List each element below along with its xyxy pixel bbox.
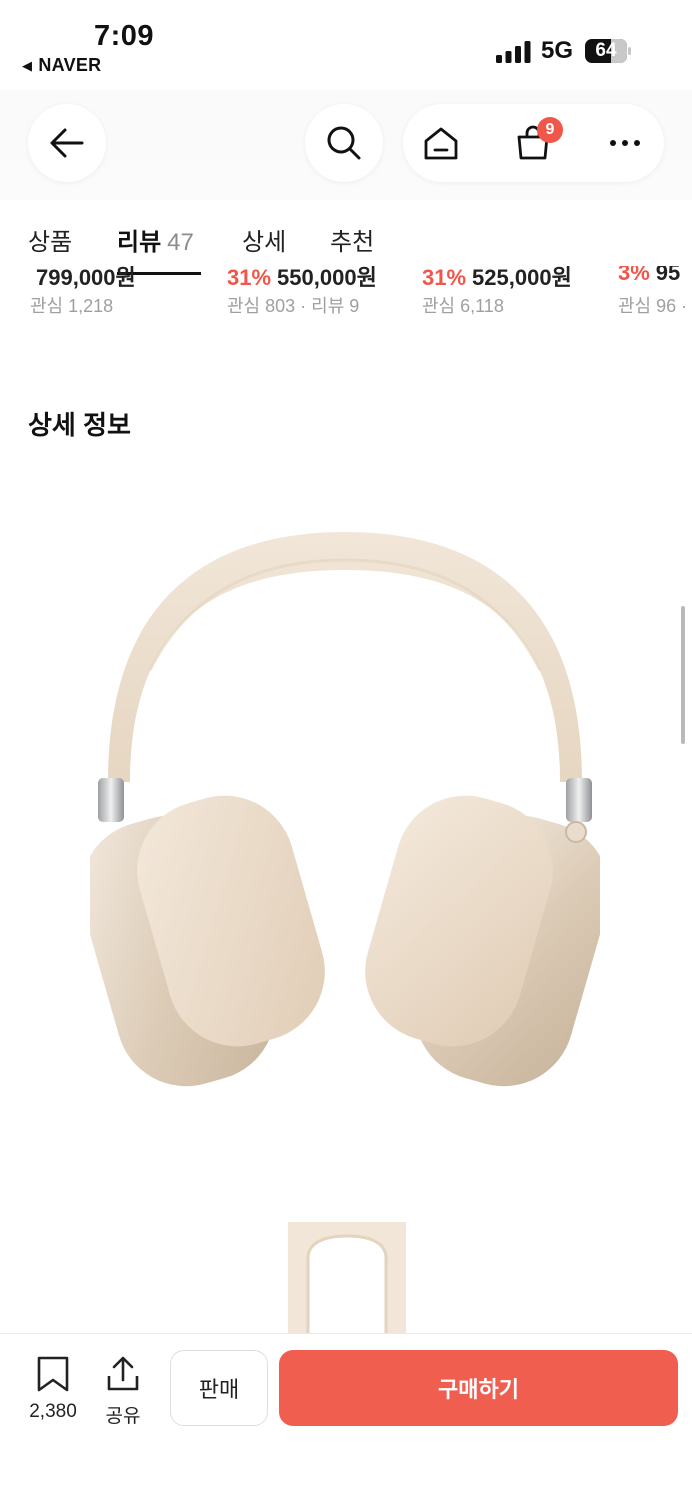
recommended-price-value: 799,000원 (36, 266, 136, 290)
tab-detail-label: 상세 (242, 229, 287, 256)
more-button[interactable] (595, 104, 655, 182)
tab-review-count: 47 (167, 229, 194, 256)
home-icon (424, 127, 458, 160)
more-dots-icon (610, 140, 640, 146)
tab-review[interactable]: 리뷰 47 (117, 222, 194, 257)
recommended-strip: 799,000원 관심 1,218 31% 550,000원 관심 803 · 리… (0, 266, 692, 326)
scrollbar-thumb[interactable] (681, 606, 685, 744)
recommended-price: 31% 525,000원 (422, 266, 572, 292)
back-button[interactable] (28, 104, 106, 182)
back-to-app-link[interactable]: ◀ NAVER (22, 55, 102, 76)
cellular-signal-icon (496, 41, 531, 63)
recommended-price-value: 525,000원 (472, 266, 572, 290)
share-button[interactable]: 공유 (101, 1356, 145, 1428)
back-triangle-icon: ◀ (22, 57, 33, 73)
recommended-discount: 31% (227, 266, 272, 290)
share-label: 공유 (105, 1406, 141, 1427)
recommended-price-value: 95 (655, 266, 681, 285)
cart-count-badge: 9 (537, 117, 563, 143)
detail-section-title: 상세 정보 (28, 410, 131, 440)
recommended-discount: 3% (618, 266, 650, 285)
header-actions-pill (403, 104, 664, 182)
bookmark-count: 2,380 (29, 1401, 77, 1422)
tab-detail[interactable]: 상세 (242, 222, 286, 257)
share-icon (107, 1356, 139, 1391)
tab-recommend[interactable]: 추천 (330, 222, 374, 257)
product-tabs: 상품 리뷰 47 상세 추천 (0, 200, 692, 276)
tab-review-label: 리뷰 (117, 229, 162, 256)
status-time: 7:09 (94, 20, 155, 52)
arrow-left-icon (50, 128, 84, 158)
tab-product[interactable]: 상품 (28, 222, 72, 257)
recommended-meta: 관심 1,218 (30, 296, 114, 316)
back-app-label: NAVER (38, 55, 102, 75)
recommended-price: 3% 95 (618, 266, 680, 286)
status-bar: 7:09 ◀ NAVER 5G 64 (0, 0, 692, 90)
recommended-discount: 31% (422, 266, 467, 290)
recommended-meta: 관심 803 · 리뷰 9 (227, 296, 360, 316)
ear-cushion-image (288, 1222, 406, 1333)
bottom-action-bar: 2,380 공유 판매 구매하기 (0, 1333, 692, 1500)
home-button[interactable] (411, 104, 471, 182)
headphones-product-image (90, 532, 600, 1087)
network-type: 5G (541, 37, 574, 64)
recommended-meta: 관심 6,118 (422, 296, 504, 316)
recommended-price: 31% 550,000원 (227, 266, 377, 292)
bookmark-icon (37, 1356, 69, 1392)
buy-button[interactable]: 구매하기 (279, 1350, 678, 1426)
bookmark-button[interactable]: 2,380 (22, 1356, 84, 1423)
battery-level: 64 (595, 40, 617, 61)
search-icon (327, 126, 361, 160)
tab-product-label: 상품 (28, 229, 73, 256)
seller-button[interactable]: 판매 (170, 1350, 268, 1426)
cart-button[interactable] (503, 104, 563, 182)
search-button[interactable] (305, 104, 383, 182)
tab-recommend-label: 추천 (330, 229, 375, 256)
recommended-meta: 관심 96 · (618, 296, 688, 316)
recommended-price: 799,000원 (30, 266, 136, 292)
recommended-price-value: 550,000원 (277, 266, 377, 290)
